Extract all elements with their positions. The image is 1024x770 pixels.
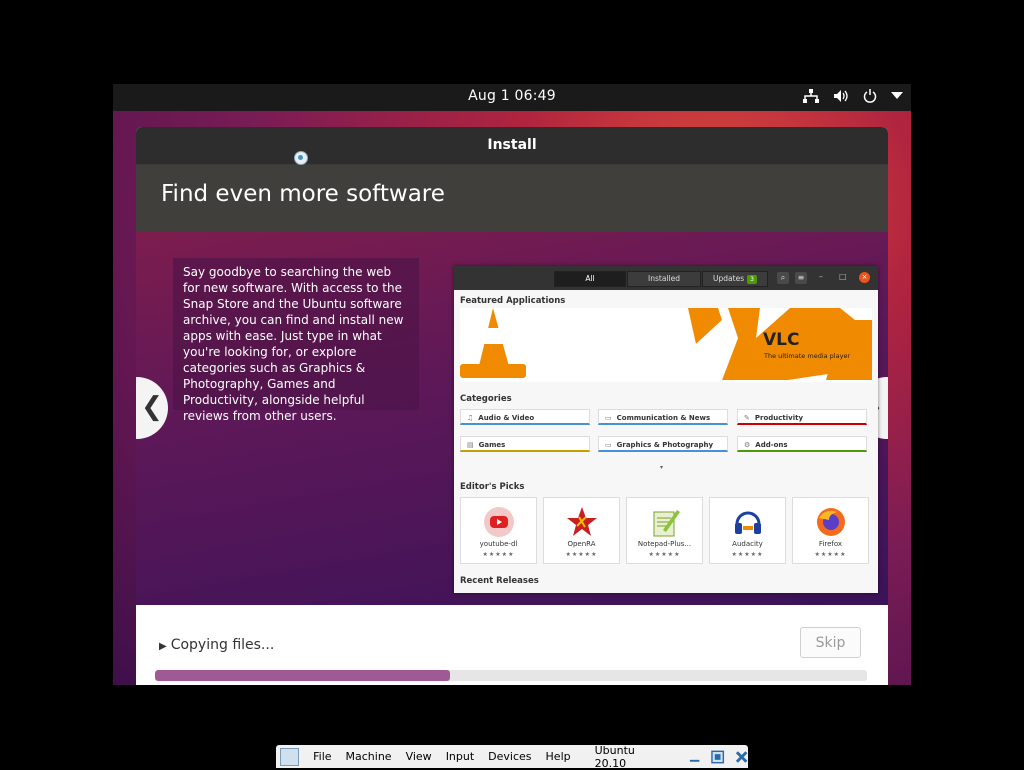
menu-help[interactable]: Help	[546, 750, 571, 763]
slide-header: Find even more software	[136, 165, 888, 232]
pick-name: youtube-dl	[479, 540, 518, 548]
pick-youtube-dl: youtube-dl ★★★★★	[460, 497, 537, 564]
virtualbox-menubar: File Machine View Input Devices Help Ubu…	[276, 743, 748, 770]
fullscreen-icon[interactable]	[711, 750, 725, 764]
category-audio-video: ♫ Audio & Video	[460, 409, 590, 425]
screenshot-headerbar: All Installed Updates 3 ⌕ ≡ – □ ×	[454, 266, 878, 290]
slideshow: Say goodbye to searching the web for new…	[136, 232, 888, 605]
vm-screen: Aug 1 06:49 Install Find even more softw…	[113, 84, 911, 685]
rating-stars: ★★★★★	[814, 551, 847, 558]
installer-window: Install Find even more software Say good…	[136, 127, 888, 685]
minimize-icon[interactable]	[688, 750, 701, 764]
openra-icon	[567, 507, 597, 536]
pencil-icon: ✎	[744, 414, 750, 422]
image-icon: ▭	[605, 441, 612, 449]
notepad-plus-icon	[653, 510, 680, 537]
close-icon: ×	[859, 272, 870, 283]
close-icon[interactable]	[735, 750, 748, 764]
rating-stars: ★★★★★	[648, 551, 681, 558]
chevron-left-icon: ❮	[141, 392, 163, 422]
firefox-icon	[817, 508, 845, 536]
gamepad-icon: ▤	[467, 441, 474, 449]
audacity-icon	[735, 511, 761, 534]
vlc-cone-icon	[460, 308, 872, 380]
category-games: ▤ Games	[460, 436, 590, 452]
featured-banner: VLC The ultimate media player	[460, 308, 872, 382]
pick-firefox: Firefox ★★★★★	[792, 497, 869, 564]
category-communication: ▭ Communication & News	[598, 409, 728, 425]
system-tray[interactable]	[803, 89, 903, 103]
expander-triangle-icon[interactable]: ▶	[159, 641, 167, 652]
skip-button[interactable]: Skip	[800, 627, 861, 658]
editors-picks-heading: Editor's Picks	[460, 482, 525, 492]
previous-slide-button[interactable]: ❮	[136, 377, 168, 439]
maximize-icon: □	[839, 272, 847, 281]
music-note-icon: ♫	[467, 414, 474, 422]
rating-stars: ★★★★★	[482, 551, 515, 558]
progress-bar	[155, 670, 867, 681]
featured-heading: Featured Applications	[460, 296, 566, 306]
pick-audacity: Audacity ★★★★★	[709, 497, 786, 564]
categories-heading: Categories	[460, 394, 512, 404]
banner-subtitle: The ultimate media player	[764, 352, 851, 360]
window-title: Install	[136, 127, 888, 165]
top-bar: Aug 1 06:49	[113, 84, 911, 111]
puzzle-icon: ⚙	[744, 441, 751, 449]
status-text: Copying files...	[170, 637, 275, 653]
slide-description: Say goodbye to searching the web for new…	[173, 258, 419, 423]
pick-name: OpenRA	[567, 540, 596, 548]
pick-notepad-plus: Notepad-Plus... ★★★★★	[626, 497, 703, 564]
screenshot-tab-all: All	[554, 271, 626, 287]
menu-input[interactable]: Input	[446, 750, 474, 763]
volume-icon[interactable]	[833, 89, 849, 103]
youtube-dl-icon	[484, 507, 514, 537]
banner-title: VLC	[763, 330, 800, 350]
category-graphics: ▭ Graphics & Photography	[598, 436, 728, 452]
pick-name: Notepad-Plus...	[637, 540, 692, 548]
menu-view[interactable]: View	[406, 750, 432, 763]
chat-icon: ▭	[605, 414, 612, 422]
progress-bar-fill	[155, 670, 451, 681]
network-icon[interactable]	[803, 89, 819, 103]
updates-label: Updates	[713, 274, 745, 283]
recent-releases-heading: Recent Releases	[460, 576, 539, 586]
software-screenshot: All Installed Updates 3 ⌕ ≡ – □ × Feature…	[454, 266, 878, 593]
updates-count-badge: 3	[747, 275, 757, 284]
pick-name: Firefox	[818, 540, 843, 548]
pick-name: Audacity	[732, 540, 763, 548]
install-status[interactable]: ▶ Copying files...	[159, 637, 274, 653]
expand-arrow-icon: ▾	[660, 464, 664, 471]
rating-stars: ★★★★★	[731, 551, 764, 558]
menu-machine[interactable]: Machine	[346, 750, 392, 763]
mouse-cursor-icon	[294, 151, 308, 165]
hamburger-icon: ≡	[795, 272, 807, 284]
vm-name: Ubuntu 20.10	[594, 743, 635, 770]
search-icon: ⌕	[777, 272, 789, 284]
menu-arrow-icon[interactable]	[891, 92, 903, 100]
category-addons: ⚙ Add-ons	[737, 436, 867, 452]
rating-stars: ★★★★★	[565, 551, 598, 558]
clock[interactable]: Aug 1 06:49	[113, 88, 911, 104]
menu-file[interactable]: File	[313, 750, 331, 763]
slide-title: Find even more software	[161, 181, 445, 207]
install-progress-area: ▶ Copying files... Skip	[136, 605, 888, 685]
screenshot-tab-installed: Installed	[627, 271, 701, 287]
category-productivity: ✎ Productivity	[737, 409, 867, 425]
menu-devices[interactable]: Devices	[488, 750, 531, 763]
screenshot-tab-updates: Updates 3	[702, 271, 768, 287]
minimize-icon: –	[819, 272, 823, 281]
power-icon[interactable]	[863, 89, 877, 103]
pin-icon[interactable]	[280, 747, 300, 766]
pick-openra: OpenRA ★★★★★	[543, 497, 620, 564]
